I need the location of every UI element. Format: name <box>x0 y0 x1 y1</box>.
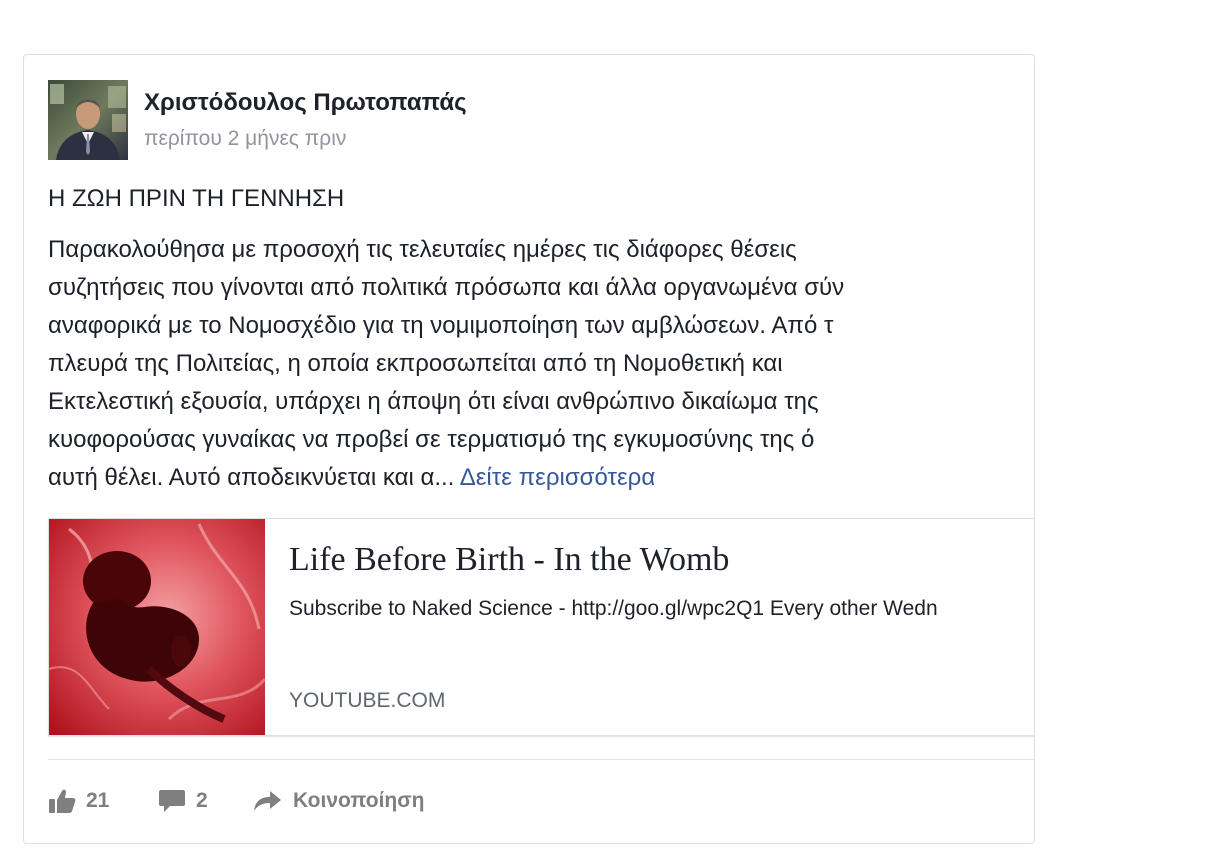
actions-divider <box>48 759 1034 760</box>
post-body-line: Παρακολούθησα με προσοχή τις τελευταίες … <box>48 236 797 263</box>
like-count: 21 <box>86 789 110 812</box>
author-avatar[interactable] <box>48 80 128 160</box>
post-body: Παρακολούθησα με προσοχή τις τελευταίες … <box>48 231 1034 497</box>
post-body-line: κυοφορούσας γυναίκας να προβεί σε τερματ… <box>48 426 815 453</box>
post-body-line: Εκτελεστική εξουσία, υπάρχει η άποψη ότι… <box>48 388 819 415</box>
author-name[interactable]: Χριστόδουλος Πρωτοπαπάς <box>144 89 467 117</box>
like-button[interactable]: 21 <box>48 781 109 821</box>
see-more-link[interactable]: Δείτε περισσότερα <box>460 464 656 491</box>
link-preview-domain: YOUTUBE.COM <box>289 689 446 712</box>
comment-bubble-icon <box>159 790 185 812</box>
share-label: Κοινοποίηση <box>293 789 425 812</box>
post-body-line: πλευρά της Πολιτείας, η οποία εκπροσωπεί… <box>48 350 783 377</box>
post-timestamp[interactable]: περίπου 2 μήνες πριν <box>144 127 346 151</box>
post-body-truncated-text: αυτή θέλει. Αυτό αποδεικνύεται και α... <box>48 464 455 491</box>
comment-button[interactable]: 2 <box>158 781 208 821</box>
comment-count: 2 <box>196 789 208 812</box>
post-body-last-line: αυτή θέλει. Αυτό αποδεικνύεται και α... … <box>48 459 1034 497</box>
link-preview-description: Subscribe to Naked Science - http://goo.… <box>289 597 938 620</box>
post-card: Χριστόδουλος Πρωτοπαπάς περίπου 2 μήνες … <box>23 54 1035 844</box>
post-headline: Η ΖΩΗ ΠΡΙΝ ΤΗ ΓΕΝΝΗΣΗ <box>48 185 345 212</box>
link-preview-card[interactable]: Life Before Birth - In the Womb Subscrib… <box>48 518 1034 736</box>
thumbs-up-icon <box>49 789 76 813</box>
post-body-line: αναφορικά με το Νομοσχέδιο για τη νομιμο… <box>48 312 834 339</box>
share-arrow-icon <box>254 791 281 811</box>
post-body-line: συζητήσεις που γίνονται από πολιτικά πρό… <box>48 274 845 301</box>
share-button[interactable]: Κοινοποίηση <box>253 781 424 821</box>
link-preview-thumbnail[interactable] <box>49 519 265 735</box>
link-preview-title[interactable]: Life Before Birth - In the Womb <box>289 541 729 579</box>
